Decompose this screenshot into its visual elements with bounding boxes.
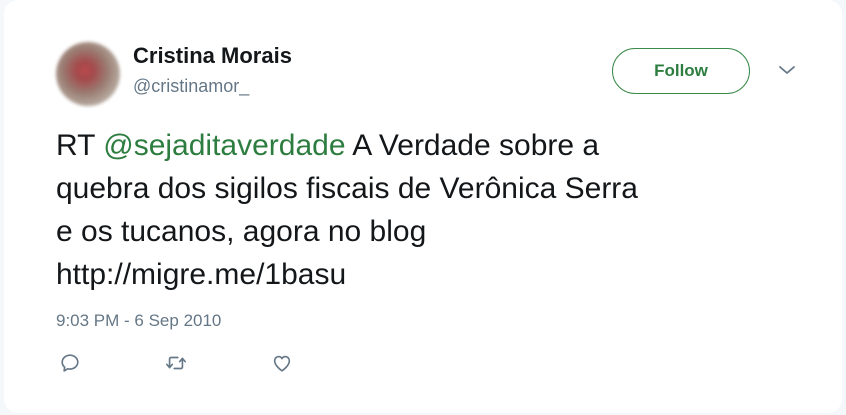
heart-icon — [273, 355, 291, 372]
tweet-line-1-text: A Verdade sobre a — [345, 129, 600, 162]
chevron-down-icon[interactable] — [778, 64, 796, 76]
author-name[interactable]: Cristina Morais — [133, 43, 292, 69]
tweet-line-1: RT @sejaditaverdade A Verdade sobre a — [56, 124, 756, 167]
tweet-timestamp[interactable]: 9:03 PM - 6 Sep 2010 — [56, 311, 221, 331]
tweet-rt-prefix: RT — [56, 129, 104, 162]
tweet-card: Cristina Morais @cristinamor_ Follow RT … — [4, 0, 842, 413]
like-button[interactable] — [270, 351, 294, 375]
follow-button[interactable]: Follow — [612, 48, 750, 94]
tweet-text: RT @sejaditaverdade A Verdade sobre a qu… — [56, 124, 756, 296]
reply-icon — [61, 354, 79, 372]
tweet-line-3: e os tucanos, agora no blog — [56, 215, 427, 248]
reply-button[interactable] — [58, 351, 82, 375]
retweet-icon — [166, 356, 186, 370]
tweet-url[interactable]: http://migre.me/1basu — [56, 253, 756, 296]
mention-link[interactable]: @sejaditaverdade — [103, 129, 345, 162]
retweet-button[interactable] — [164, 351, 188, 375]
author-handle[interactable]: @cristinamor_ — [133, 76, 249, 97]
tweet-line-2: quebra dos sigilos fiscais de Verônica S… — [56, 172, 638, 205]
avatar[interactable] — [56, 42, 120, 106]
